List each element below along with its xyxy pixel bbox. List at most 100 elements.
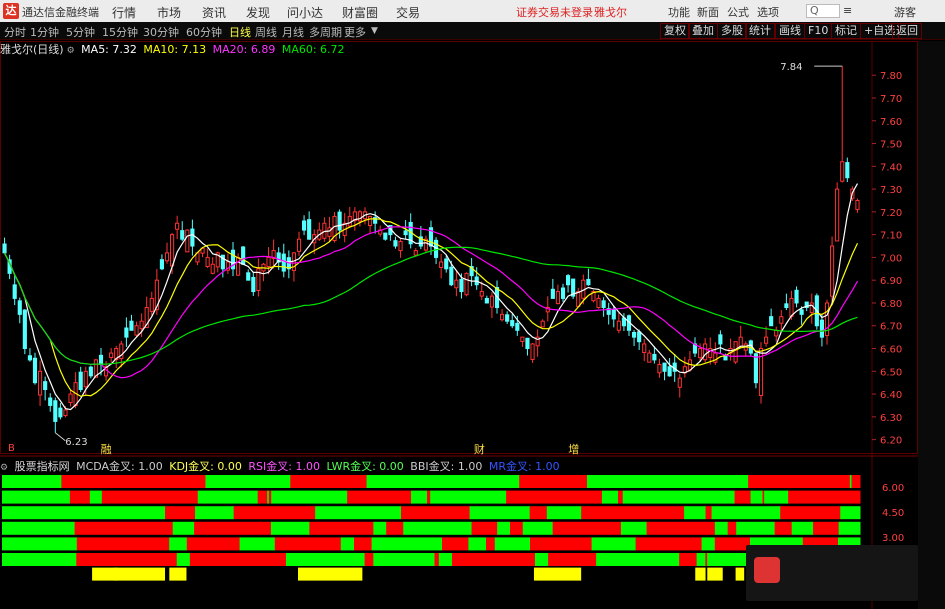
btn-back[interactable]: 返回 xyxy=(892,23,922,39)
price-tick-label: 7.70 xyxy=(880,94,902,105)
signal-band xyxy=(468,537,487,551)
signal-band xyxy=(780,506,841,520)
signal-band xyxy=(364,553,374,566)
btn-multi-stock[interactable]: 多股 xyxy=(717,23,747,39)
candle-body xyxy=(566,275,571,286)
indicator-gear-icon[interactable]: ⚙ xyxy=(0,463,8,473)
login-notice[interactable]: 证券交易未登录 xyxy=(516,4,593,20)
signal-band xyxy=(748,475,851,488)
toolbar-formula[interactable]: 公式 xyxy=(727,4,749,20)
menu-ask-xiaoda[interactable]: 问小达 xyxy=(287,4,323,21)
price-tick-label: 7.20 xyxy=(880,208,902,219)
watermark-icon xyxy=(754,557,780,583)
menu-discover[interactable]: 发现 xyxy=(246,4,270,21)
indicator-header: ⚙ 股票指标网 MCDA金叉: 1.00 KDJ金叉: 0.00 RSI金叉: … xyxy=(0,458,563,473)
buy-marker: B xyxy=(8,443,15,454)
low-price-label: 6.23 xyxy=(65,437,87,448)
period-60min[interactable]: 60分钟 xyxy=(186,24,222,40)
candle-body xyxy=(830,245,835,297)
signal-band xyxy=(290,475,368,488)
price-tick-label: 6.20 xyxy=(880,436,902,447)
search-box[interactable]: Q xyxy=(806,4,840,18)
candle-body xyxy=(357,211,362,222)
candle-body xyxy=(769,316,774,327)
candle-body xyxy=(58,407,63,418)
price-tick-label: 7.00 xyxy=(880,253,902,264)
indicator-lwr: LWR金叉: 0.00 xyxy=(326,460,404,473)
menu-icon[interactable]: ≡ xyxy=(843,4,852,17)
watermark-logo xyxy=(746,545,918,601)
period-30min[interactable]: 30分钟 xyxy=(143,24,179,40)
settings-gear-icon[interactable]: ⚙ xyxy=(67,46,75,56)
toolbar-options[interactable]: 选项 xyxy=(757,4,779,20)
signal-yellow-band xyxy=(113,567,166,581)
candle-body xyxy=(98,354,104,365)
signal-band xyxy=(315,506,402,520)
signal-band xyxy=(469,506,531,520)
indicator-axis-label: 4.50 xyxy=(882,508,904,519)
btn-adjust[interactable]: 复权 xyxy=(660,23,690,39)
period-daily[interactable]: 日线 xyxy=(229,24,251,40)
signal-band xyxy=(2,475,62,488)
indicator-rsi: RSI金叉: 1.00 xyxy=(248,460,320,473)
period-weekly[interactable]: 周线 xyxy=(255,24,277,40)
candle-body xyxy=(322,222,327,239)
period-multi[interactable]: 多周期 xyxy=(309,24,342,40)
candle-body xyxy=(662,362,667,372)
candle-body xyxy=(647,352,652,363)
signal-band xyxy=(596,553,680,566)
signal-band xyxy=(189,553,287,566)
btn-statistics[interactable]: 统计 xyxy=(745,23,775,39)
price-tick-label: 6.30 xyxy=(880,413,902,424)
period-more-chevron-icon[interactable]: ▼ xyxy=(371,26,378,36)
menu-market[interactable]: 市场 xyxy=(157,4,181,21)
signal-band xyxy=(506,490,603,504)
menu-wealth-circle[interactable]: 财富圈 xyxy=(342,4,378,21)
signal-band xyxy=(74,521,174,535)
menu-news[interactable]: 资讯 xyxy=(202,4,226,21)
btn-mark[interactable]: 标记 xyxy=(831,23,861,39)
candle-body xyxy=(439,261,444,268)
signal-band xyxy=(840,506,861,520)
period-15min[interactable]: 15分钟 xyxy=(102,24,138,40)
signal-yellow-band xyxy=(298,567,363,581)
candle-body xyxy=(835,188,840,242)
indicator-title[interactable]: 股票指标网 xyxy=(15,460,70,473)
candle-body xyxy=(134,325,139,336)
btn-overlay[interactable]: 叠加 xyxy=(688,23,718,39)
ma10-value: MA10: 7.13 xyxy=(143,43,207,56)
event-marker: 增 xyxy=(568,442,579,456)
candle-body xyxy=(632,331,637,338)
toolbar-new-page[interactable]: 新面 xyxy=(697,4,719,20)
menu-trade[interactable]: 交易 xyxy=(396,4,420,21)
signal-band xyxy=(438,553,453,566)
signal-band xyxy=(696,553,706,566)
candle-body xyxy=(296,238,302,252)
period-monthly[interactable]: 月线 xyxy=(282,24,304,40)
signal-band xyxy=(2,521,76,535)
candle-body xyxy=(124,327,129,338)
period-5min[interactable]: 5分钟 xyxy=(66,24,95,40)
kline-chart-area[interactable]: 7.80 7.70 7.60 7.50 7.40 7.30 7.20 7.10 7.00 6.90… xyxy=(0,41,918,609)
high-price-label: 7.84 xyxy=(780,62,802,73)
signal-band xyxy=(442,537,469,551)
period-timeshare[interactable]: 分时 xyxy=(4,24,26,40)
guest-user[interactable]: 游客 xyxy=(894,4,916,20)
period-more[interactable]: 更多 xyxy=(344,24,366,40)
signal-band xyxy=(69,490,91,504)
candle-body xyxy=(281,253,286,272)
signal-band xyxy=(373,521,387,535)
candle-body xyxy=(586,278,591,286)
candle-body xyxy=(27,355,32,361)
signal-band xyxy=(530,537,593,551)
signal-band xyxy=(581,506,685,520)
btn-draw-line[interactable]: 画线 xyxy=(775,23,805,39)
menu-market-quotes[interactable]: 行情 xyxy=(112,4,136,21)
period-1min[interactable]: 1分钟 xyxy=(30,24,59,40)
toolbar-functions[interactable]: 功能 xyxy=(668,4,690,20)
btn-f10[interactable]: F10 xyxy=(804,23,833,39)
signal-band xyxy=(2,490,71,504)
candle-body xyxy=(38,370,43,396)
candle-body xyxy=(236,256,241,276)
current-stock-link[interactable]: 雅戈尔 xyxy=(594,4,627,20)
